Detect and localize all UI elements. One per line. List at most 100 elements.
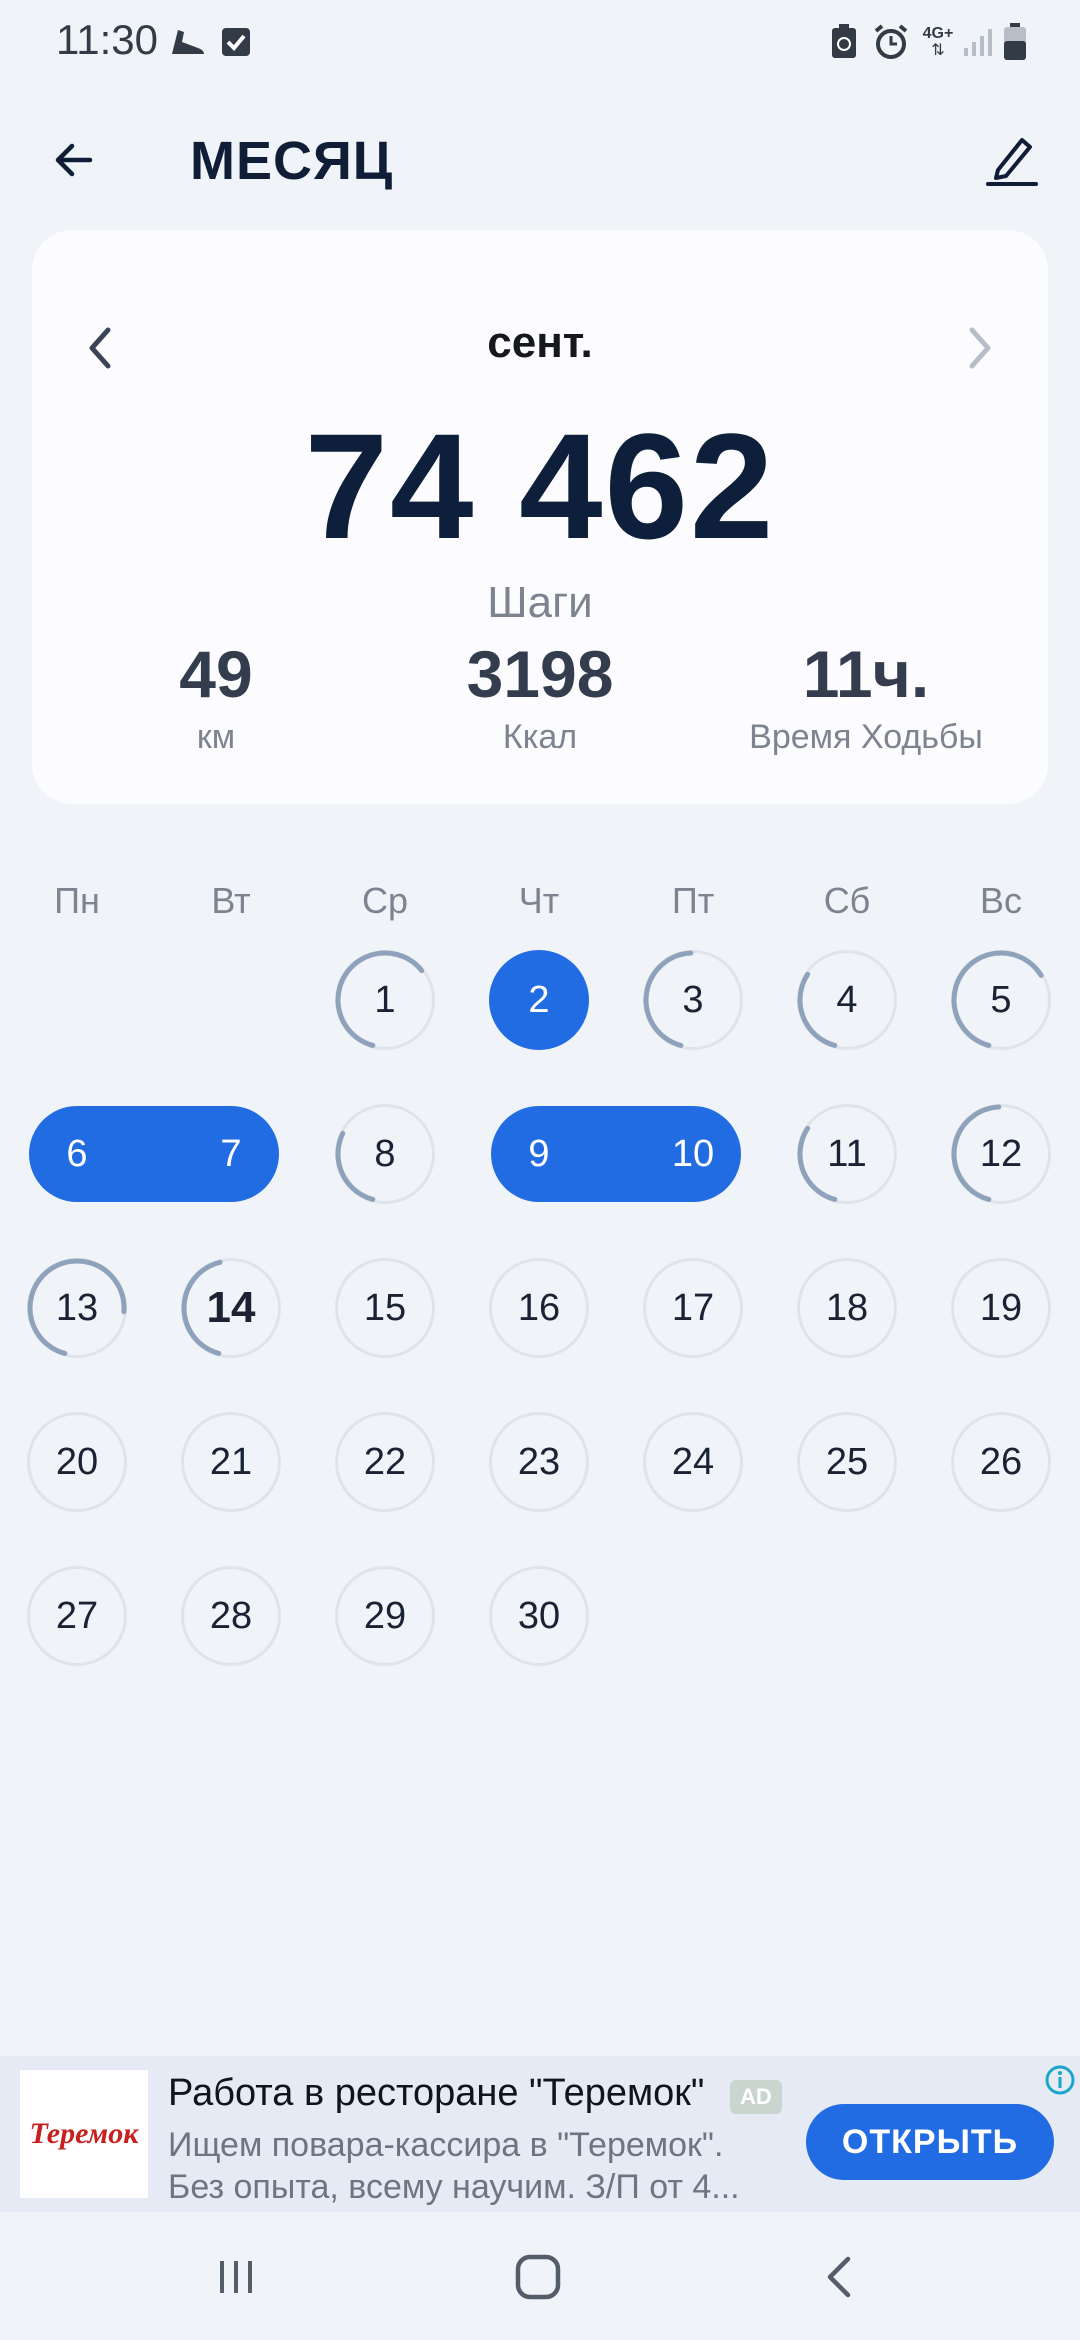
calendar-day-number: 29 (363, 1594, 407, 1637)
alarm-icon (870, 18, 912, 66)
ad-logo: Теремок (20, 2070, 148, 2198)
calendar-day[interactable]: 23 (489, 1412, 589, 1512)
calendar-day-today[interactable]: 14 (181, 1258, 281, 1358)
calendar-day-number: 15 (363, 1286, 407, 1329)
calendar-day[interactable]: 24 (643, 1412, 743, 1512)
distance-stat: 49 км (46, 636, 386, 757)
weekday-label: Пн (54, 880, 100, 921)
calendar-day[interactable]: 13 (27, 1258, 127, 1358)
status-bar: 11:30 4G+ ⇅ (0, 0, 1080, 84)
weekday-label: Вс (979, 880, 1022, 921)
calories-value: 3198 (466, 637, 614, 711)
steps-total: 74 462 (304, 402, 776, 570)
walking-time-stat: 11ч. Время Ходьбы (696, 636, 1036, 757)
calendar-day[interactable]: 12 (951, 1104, 1051, 1204)
walking-time-label: Время Ходьбы (749, 718, 983, 756)
calendar-day[interactable]: 19 (951, 1258, 1051, 1358)
calendar-day[interactable]: 21 (181, 1412, 281, 1512)
calendar-day-number: 1 (374, 978, 396, 1021)
next-month-button[interactable] (942, 310, 1018, 386)
weekday-label: Чт (518, 880, 560, 921)
calendar-day-number: 18 (825, 1286, 869, 1329)
calendar-day[interactable]: 3 (643, 950, 743, 1050)
calendar-day[interactable]: 29 (335, 1566, 435, 1666)
ad-description-line-1: Ищем повара-кассира в "Теремок". (168, 2126, 724, 2164)
month-label: сент. (487, 318, 593, 367)
calendar-day[interactable]: 7 (181, 1106, 281, 1202)
calendar-day-number: 30 (517, 1594, 561, 1637)
calendar-day[interactable]: 18 (797, 1258, 897, 1358)
home-button[interactable] (488, 2242, 588, 2312)
calendar-day-number: 23 (517, 1440, 561, 1483)
calendar-day-number: 24 (671, 1440, 715, 1483)
info-icon[interactable] (1044, 2064, 1076, 2096)
goal-streak-pill: 9 10 (491, 1106, 741, 1202)
calendar-day-number: 13 (55, 1286, 99, 1329)
checkbox-icon (216, 18, 256, 66)
back-icon (827, 2256, 851, 2298)
chevron-right-icon (969, 327, 991, 369)
calendar-day[interactable]: 8 (335, 1104, 435, 1204)
calendar-day[interactable]: 27 (27, 1566, 127, 1666)
battery-icon (1000, 18, 1030, 66)
calendar-day[interactable]: 5 (951, 950, 1051, 1050)
ad-badge: AD (730, 2080, 782, 2114)
calendar-day-number: 12 (979, 1132, 1023, 1175)
steps-label: Шаги (487, 578, 593, 627)
signal-icon (960, 18, 994, 66)
app-header: МЕСЯЦ (0, 100, 1080, 220)
calendar-day[interactable]: 11 (797, 1104, 897, 1204)
distance-value: 49 (179, 637, 253, 711)
home-icon (515, 2254, 561, 2300)
calendar-day[interactable]: 28 (181, 1566, 281, 1666)
calendar-day[interactable]: 16 (489, 1258, 589, 1358)
recent-apps-icon (220, 2261, 252, 2293)
calendar-day[interactable]: 9 (489, 1106, 589, 1202)
calendar-day-number: 28 (209, 1594, 253, 1637)
calendar-day-number: 4 (836, 978, 858, 1021)
calendar-day-number: 8 (374, 1132, 396, 1175)
arrow-left-icon (55, 143, 93, 177)
system-nav-bar (0, 2212, 1080, 2340)
calendar-day-number: 2 (528, 978, 550, 1021)
calendar-day-number: 16 (517, 1286, 561, 1329)
battery-saver-icon (826, 18, 862, 66)
calendar-day[interactable]: 20 (27, 1412, 127, 1512)
recent-apps-button[interactable] (186, 2242, 286, 2312)
ad-description-line-2: Без опыта, всему научим. З/П от 4... (168, 2168, 740, 2206)
calendar-day[interactable]: 4 (797, 950, 897, 1050)
shoe-icon (166, 18, 210, 66)
calendar-day-number: 3 (682, 978, 704, 1021)
calendar-day[interactable]: 22 (335, 1412, 435, 1512)
weekday-label: Вт (211, 880, 251, 921)
system-back-button[interactable] (790, 2242, 890, 2312)
status-time: 11:30 (56, 16, 158, 63)
calendar-day-number: 20 (55, 1440, 99, 1483)
weekday-label: Сб (823, 880, 871, 921)
calendar-day[interactable]: 1 (335, 950, 435, 1050)
ad-title: Работа в ресторане "Теремок" (168, 2072, 705, 2114)
calendar-day[interactable]: 2 (489, 950, 589, 1050)
calendar-day-number: 25 (825, 1440, 869, 1483)
calendar-day[interactable]: 25 (797, 1412, 897, 1512)
network-4g-icon: 4G+ ⇅ (922, 25, 954, 59)
pencil-icon (986, 138, 1038, 186)
ad-open-button[interactable]: ОТКРЫТЬ (806, 2104, 1054, 2180)
edit-button[interactable] (974, 122, 1050, 198)
weekday-label: Ср (361, 880, 409, 921)
calendar-day[interactable]: 15 (335, 1258, 435, 1358)
calendar-day[interactable]: 17 (643, 1258, 743, 1358)
calendar-day-number: 26 (979, 1440, 1023, 1483)
calendar-day[interactable]: 26 (951, 1412, 1051, 1512)
calendar-day-number: 27 (55, 1594, 99, 1637)
weekday-label: Пт (671, 880, 715, 921)
calendar-day[interactable]: 10 (643, 1106, 743, 1202)
goal-streak-pill: 67 (29, 1106, 279, 1202)
calendar-day[interactable]: 6 (27, 1106, 127, 1202)
ad-banner[interactable]: Теремок Работа в ресторане "Теремок" AD … (0, 2056, 1080, 2212)
calendar-day-number: 5 (990, 978, 1012, 1021)
calendar-day[interactable]: 30 (489, 1566, 589, 1666)
back-button[interactable] (36, 122, 112, 198)
month-summary-card: сент. 74 462 Шаги 49 км 3198 Ккал 11ч. В… (32, 230, 1048, 804)
calendar-day-number: 17 (671, 1286, 715, 1329)
